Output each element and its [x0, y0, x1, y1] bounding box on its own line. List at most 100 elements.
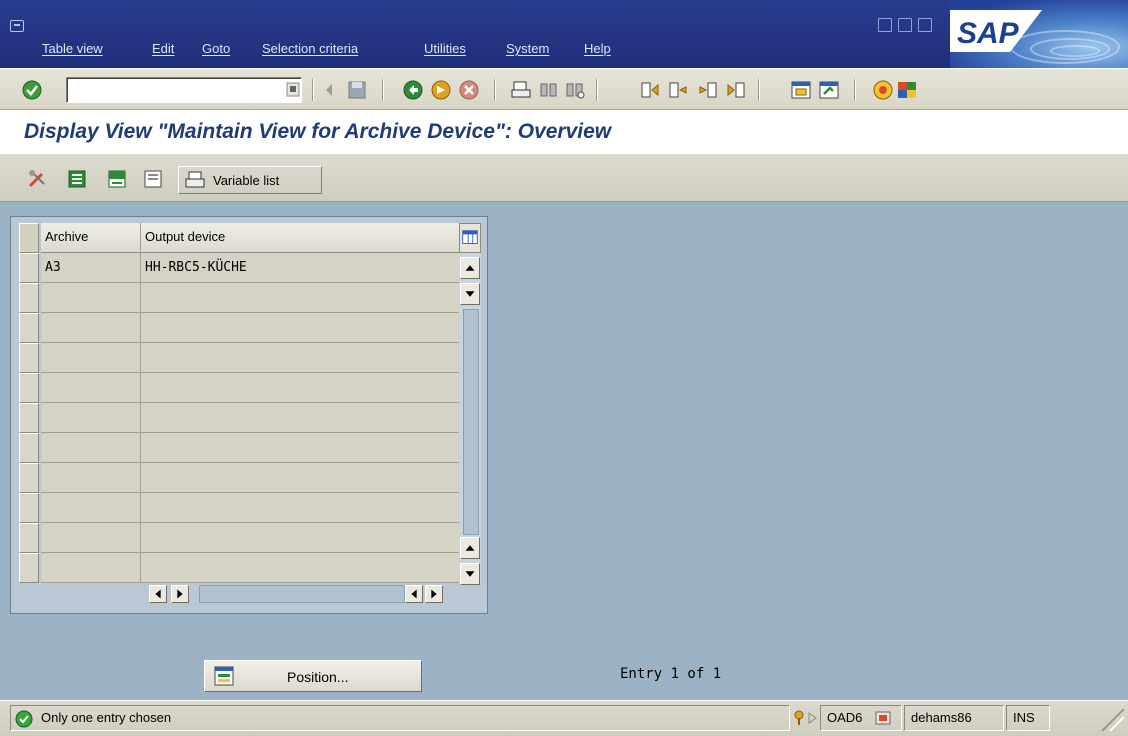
table-row — [19, 343, 459, 373]
cancel-icon[interactable] — [458, 79, 480, 101]
select-all-rows-button[interactable] — [19, 223, 39, 253]
row-selector[interactable] — [19, 343, 39, 373]
archive-cell[interactable] — [41, 313, 141, 343]
menu-goto[interactable]: Goto — [202, 40, 230, 58]
archive-cell[interactable] — [41, 553, 141, 583]
success-check-icon — [15, 710, 33, 728]
output-device-cell[interactable] — [141, 433, 459, 463]
output-device-cell[interactable] — [141, 313, 459, 343]
exit-icon[interactable] — [430, 79, 452, 101]
table-row: A3 HH-RBC5-KÜCHE — [19, 253, 459, 283]
output-device-cell[interactable] — [141, 463, 459, 493]
vertical-scrollbar[interactable] — [459, 253, 481, 585]
variable-list-label: Variable list — [213, 172, 280, 188]
horizontal-scroll-track[interactable] — [199, 585, 405, 603]
menu-table-view[interactable]: Table view — [42, 40, 103, 58]
column-header-output-device[interactable]: Output device — [141, 223, 459, 253]
output-device-cell[interactable] — [141, 283, 459, 313]
table-settings-icon[interactable] — [459, 223, 481, 253]
save-icon[interactable] — [346, 79, 368, 101]
output-device-cell[interactable] — [141, 373, 459, 403]
row-selector[interactable] — [19, 523, 39, 553]
archive-cell[interactable] — [41, 493, 141, 523]
find-next-icon[interactable] — [564, 79, 586, 101]
next-page-icon[interactable] — [696, 79, 718, 101]
previous-page-icon[interactable] — [668, 79, 690, 101]
command-field[interactable] — [66, 77, 302, 103]
row-selector[interactable] — [19, 313, 39, 343]
archive-cell[interactable] — [41, 523, 141, 553]
variable-list-button[interactable]: Variable list — [178, 166, 322, 194]
menu-selection-criteria[interactable]: Selection criteria — [262, 40, 358, 58]
archive-cell[interactable]: A3 — [41, 253, 141, 283]
print-icon[interactable] — [510, 79, 532, 101]
minimize-icon[interactable] — [878, 18, 892, 32]
archive-cell[interactable] — [41, 283, 141, 313]
output-device-cell[interactable] — [141, 553, 459, 583]
page-title: Display View "Maintain View for Archive … — [24, 120, 612, 143]
system-field: OAD6 — [820, 705, 902, 731]
row-selector[interactable] — [19, 433, 39, 463]
row-selector[interactable] — [19, 373, 39, 403]
archive-cell[interactable] — [41, 403, 141, 433]
archive-cell[interactable] — [41, 373, 141, 403]
scroll-down-icon[interactable] — [460, 283, 480, 305]
column-header-archive[interactable]: Archive — [41, 223, 141, 253]
key-icon — [794, 710, 804, 725]
scroll-right-icon[interactable] — [171, 585, 189, 603]
scroll-left-icon[interactable] — [405, 585, 423, 603]
output-device-cell[interactable] — [141, 523, 459, 553]
output-device-cell[interactable]: HH-RBC5-KÜCHE — [141, 253, 459, 283]
layout-menu-icon[interactable] — [896, 79, 918, 101]
output-device-cell[interactable] — [141, 343, 459, 373]
archive-cell[interactable] — [41, 433, 141, 463]
resize-grip-icon[interactable] — [1100, 705, 1124, 731]
shortcut-icon[interactable] — [818, 79, 840, 101]
scroll-right-icon[interactable] — [425, 585, 443, 603]
server-info-icon[interactable] — [875, 711, 891, 725]
archive-cell[interactable] — [41, 463, 141, 493]
row-selector[interactable] — [19, 553, 39, 583]
insert-mode-field[interactable]: INS — [1006, 705, 1050, 731]
output-device-cell[interactable] — [141, 403, 459, 433]
find-icon[interactable] — [538, 79, 560, 101]
row-selector[interactable] — [19, 403, 39, 433]
menu-system[interactable]: System — [506, 40, 549, 58]
create-session-icon[interactable] — [790, 79, 812, 101]
back-icon[interactable] — [402, 79, 424, 101]
maximize-icon[interactable] — [898, 18, 912, 32]
first-page-icon[interactable] — [640, 79, 662, 101]
save-left-arrow-icon[interactable] — [318, 79, 340, 101]
scroll-left-icon[interactable] — [149, 585, 167, 603]
last-page-icon[interactable] — [724, 79, 746, 101]
command-history-icon[interactable] — [286, 82, 300, 97]
table-row — [19, 523, 459, 553]
deselect-all-icon[interactable] — [142, 168, 164, 190]
help-icon[interactable] — [872, 79, 894, 101]
row-selector[interactable] — [19, 463, 39, 493]
position-button[interactable]: Position... — [204, 660, 422, 692]
table-row — [19, 373, 459, 403]
system-menu-icon[interactable] — [10, 20, 24, 32]
row-selector[interactable] — [19, 253, 39, 283]
menu-utilities[interactable]: Utilities — [424, 40, 466, 58]
scroll-up-icon[interactable] — [460, 257, 480, 279]
enter-check-icon[interactable] — [22, 80, 42, 100]
vertical-scroll-track[interactable] — [463, 309, 479, 535]
page-down-icon[interactable] — [460, 563, 480, 585]
menu-edit[interactable]: Edit — [152, 40, 174, 58]
print-icon — [185, 171, 205, 188]
select-all-icon[interactable] — [66, 168, 88, 190]
output-device-cell[interactable] — [141, 493, 459, 523]
archive-cell[interactable] — [41, 343, 141, 373]
menu-help[interactable]: Help — [584, 40, 611, 58]
row-selector[interactable] — [19, 493, 39, 523]
page-up-icon[interactable] — [460, 537, 480, 559]
status-expand-icon[interactable] — [806, 711, 818, 725]
display-change-icon[interactable] — [26, 168, 48, 190]
status-message-area[interactable]: Only one entry chosen — [10, 705, 790, 731]
select-block-icon[interactable] — [106, 168, 128, 190]
status-info-fields: OAD6 dehams86 INS — [794, 705, 1096, 731]
close-icon[interactable] — [918, 18, 932, 32]
row-selector[interactable] — [19, 283, 39, 313]
